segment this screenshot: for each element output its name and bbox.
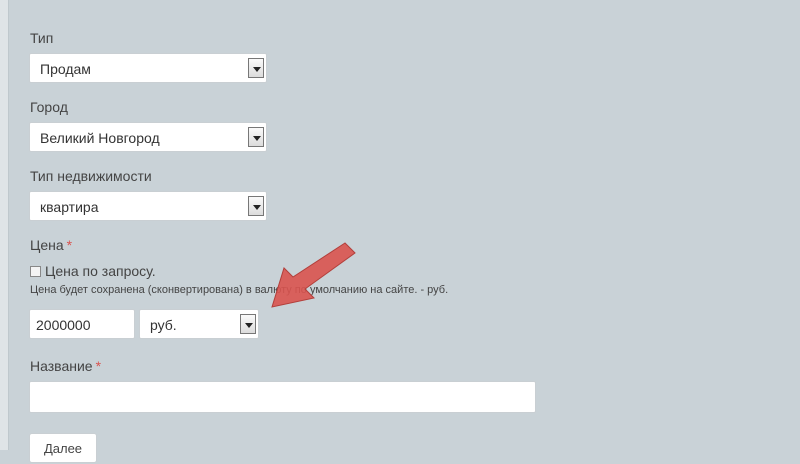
property-type-select-value: квартира (40, 199, 99, 215)
type-label: Тип (30, 30, 54, 46)
price-hint: Цена будет сохранена (сконвертирована) в… (30, 284, 449, 296)
type-select[interactable]: Продам (29, 53, 267, 83)
price-input-value: 2000000 (36, 317, 91, 333)
currency-select[interactable]: руб. (139, 309, 259, 339)
title-input[interactable] (29, 381, 536, 413)
red-arrow-icon (271, 242, 356, 308)
type-select-value: Продам (40, 61, 91, 77)
city-label: Город (30, 99, 68, 115)
chevron-down-icon[interactable] (248, 127, 264, 147)
next-button[interactable]: Далее (29, 433, 97, 463)
chevron-down-icon[interactable] (248, 196, 264, 216)
city-select[interactable]: Великий Новгород (29, 122, 267, 152)
price-on-request-row[interactable]: Цена по запросу. (30, 263, 156, 279)
price-label: Цена * (30, 237, 72, 253)
page-left-edge (0, 0, 9, 450)
price-label-text: Цена (30, 237, 64, 253)
price-on-request-checkbox[interactable] (30, 266, 41, 277)
title-label: Название * (30, 358, 101, 374)
title-label-text: Название (30, 358, 93, 374)
property-type-label: Тип недвижимости (30, 168, 152, 184)
chevron-down-icon[interactable] (248, 58, 264, 78)
currency-select-value: руб. (150, 317, 177, 333)
price-input[interactable]: 2000000 (29, 309, 135, 339)
property-type-select[interactable]: квартира (29, 191, 267, 221)
price-on-request-label[interactable]: Цена по запросу. (45, 263, 156, 279)
chevron-down-icon[interactable] (240, 314, 256, 334)
city-select-value: Великий Новгород (40, 130, 160, 146)
required-mark: * (66, 237, 73, 253)
required-mark: * (95, 358, 102, 374)
